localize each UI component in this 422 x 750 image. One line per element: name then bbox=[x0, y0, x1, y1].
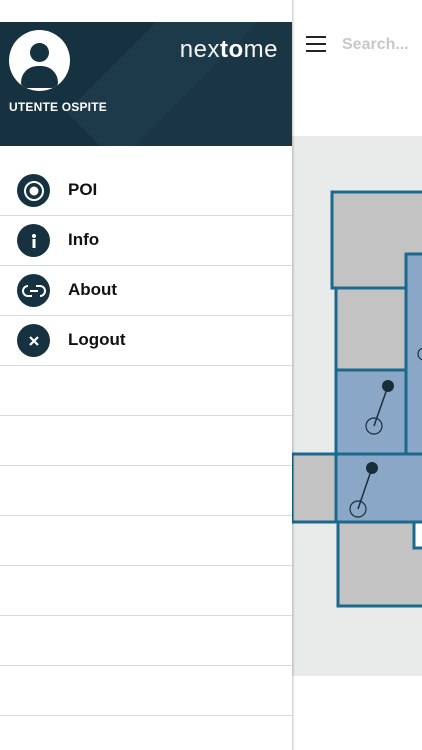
beacon-dot[interactable] bbox=[382, 380, 394, 392]
door-notch bbox=[412, 520, 422, 550]
room-bottom bbox=[336, 520, 422, 608]
empty-row bbox=[0, 516, 292, 566]
menu-item-poi[interactable]: POI bbox=[0, 166, 292, 216]
corridor-right bbox=[404, 252, 422, 456]
drawer-header: UTENTE OSPITE nextome bbox=[0, 22, 292, 146]
drawer-menu: POI Info About Logout bbox=[0, 166, 292, 716]
empty-row bbox=[0, 666, 292, 716]
user-avatar-icon[interactable] bbox=[9, 30, 70, 91]
info-icon bbox=[17, 224, 50, 257]
menu-item-label: POI bbox=[68, 180, 98, 199]
menu-item-label: About bbox=[68, 280, 118, 299]
empty-row bbox=[0, 416, 292, 466]
floor-map[interactable] bbox=[290, 136, 422, 676]
menu-item-logout[interactable]: Logout bbox=[0, 316, 292, 366]
floor-plan-svg bbox=[290, 190, 422, 608]
navigation-drawer: UTENTE OSPITE nextome POI Info About Log… bbox=[0, 0, 292, 750]
drawer-shadow bbox=[292, 0, 295, 750]
user-name: UTENTE OSPITE bbox=[9, 100, 107, 114]
hamburger-menu-icon[interactable] bbox=[306, 36, 326, 52]
empty-row bbox=[0, 566, 292, 616]
room-blue-2 bbox=[334, 452, 422, 524]
infinity-link-icon bbox=[17, 274, 50, 307]
menu-item-label: Logout bbox=[68, 330, 126, 349]
search-input[interactable]: Search... bbox=[342, 36, 409, 54]
empty-row bbox=[0, 616, 292, 666]
empty-row bbox=[0, 466, 292, 516]
target-icon bbox=[17, 174, 50, 207]
close-icon bbox=[17, 324, 50, 357]
menu-item-info[interactable]: Info bbox=[0, 216, 292, 266]
nextome-logo: nextome bbox=[179, 36, 278, 63]
empty-row bbox=[0, 366, 292, 416]
beacon-dot[interactable] bbox=[366, 462, 378, 474]
menu-item-label: Info bbox=[68, 230, 100, 249]
menu-item-about[interactable]: About bbox=[0, 266, 292, 316]
room-gray-2 bbox=[334, 286, 408, 372]
room-left bbox=[290, 452, 338, 524]
room-blue-1 bbox=[334, 368, 408, 458]
